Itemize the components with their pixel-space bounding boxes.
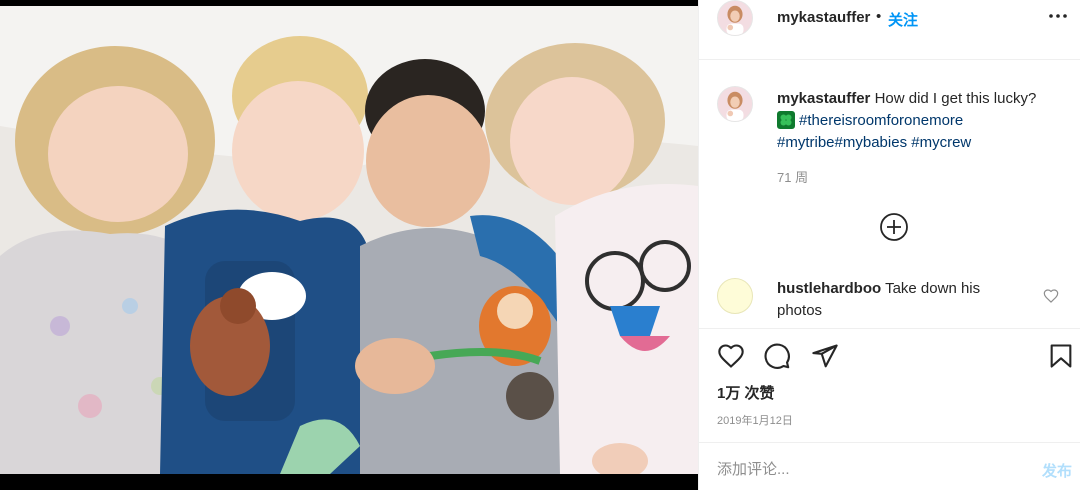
post-photo[interactable] [0, 6, 698, 474]
more-horizontal-icon[interactable] [1046, 4, 1070, 28]
post-header: mykastauffer • 关注 [699, 0, 1080, 60]
avatar-image [718, 1, 752, 35]
bookmark-icon[interactable] [1047, 342, 1075, 370]
instagram-post-view: mykastauffer • 关注 mykastauffer How did I… [0, 0, 1080, 490]
heart-icon[interactable] [717, 342, 745, 370]
hashtag-link[interactable]: #thereisroomforonemore [799, 112, 963, 129]
follow-button[interactable]: 关注 [888, 9, 918, 30]
avatar-image [718, 87, 752, 121]
hashtag-link[interactable]: #mytribe [777, 134, 835, 151]
caption-text: mykastauffer How did I get this lucky? #… [777, 88, 1067, 154]
hashtag-link[interactable]: #mycrew [911, 134, 971, 151]
header-separator: • [876, 8, 882, 25]
caption-author-avatar[interactable] [717, 86, 753, 122]
four-leaf-clover-icon [777, 111, 795, 129]
comment-icon[interactable] [763, 342, 791, 370]
caption-body: How did I get this lucky? [874, 90, 1037, 107]
author-username[interactable]: mykastauffer [777, 9, 870, 26]
post-date: 2019年1月12日 [717, 415, 793, 427]
author-avatar[interactable] [717, 0, 753, 36]
likes-count[interactable]: 1万 次赞 [717, 382, 775, 403]
caption-username[interactable]: mykastauffer [777, 90, 870, 107]
post-age: 71 周 [777, 170, 809, 185]
bottom-black-strip [0, 474, 698, 490]
commenter-username[interactable]: hustlehardboo [777, 280, 881, 297]
paper-plane-icon[interactable] [811, 342, 839, 370]
hashtag-link[interactable]: #mybabies [835, 134, 908, 151]
comment-divider [699, 442, 1080, 443]
add-comment-input[interactable] [717, 456, 1017, 482]
post-photo-illustration [0, 6, 698, 474]
comment-text: hustlehardboo Take down his photos [777, 278, 1017, 322]
commenter-avatar[interactable] [717, 278, 753, 314]
post-comment-button[interactable]: 发布 [1042, 460, 1072, 481]
plus-circle-icon[interactable] [879, 212, 909, 242]
heart-outline-icon[interactable] [1043, 288, 1059, 304]
post-side-panel: mykastauffer • 关注 mykastauffer How did I… [698, 0, 1080, 490]
actions-divider [699, 328, 1080, 329]
